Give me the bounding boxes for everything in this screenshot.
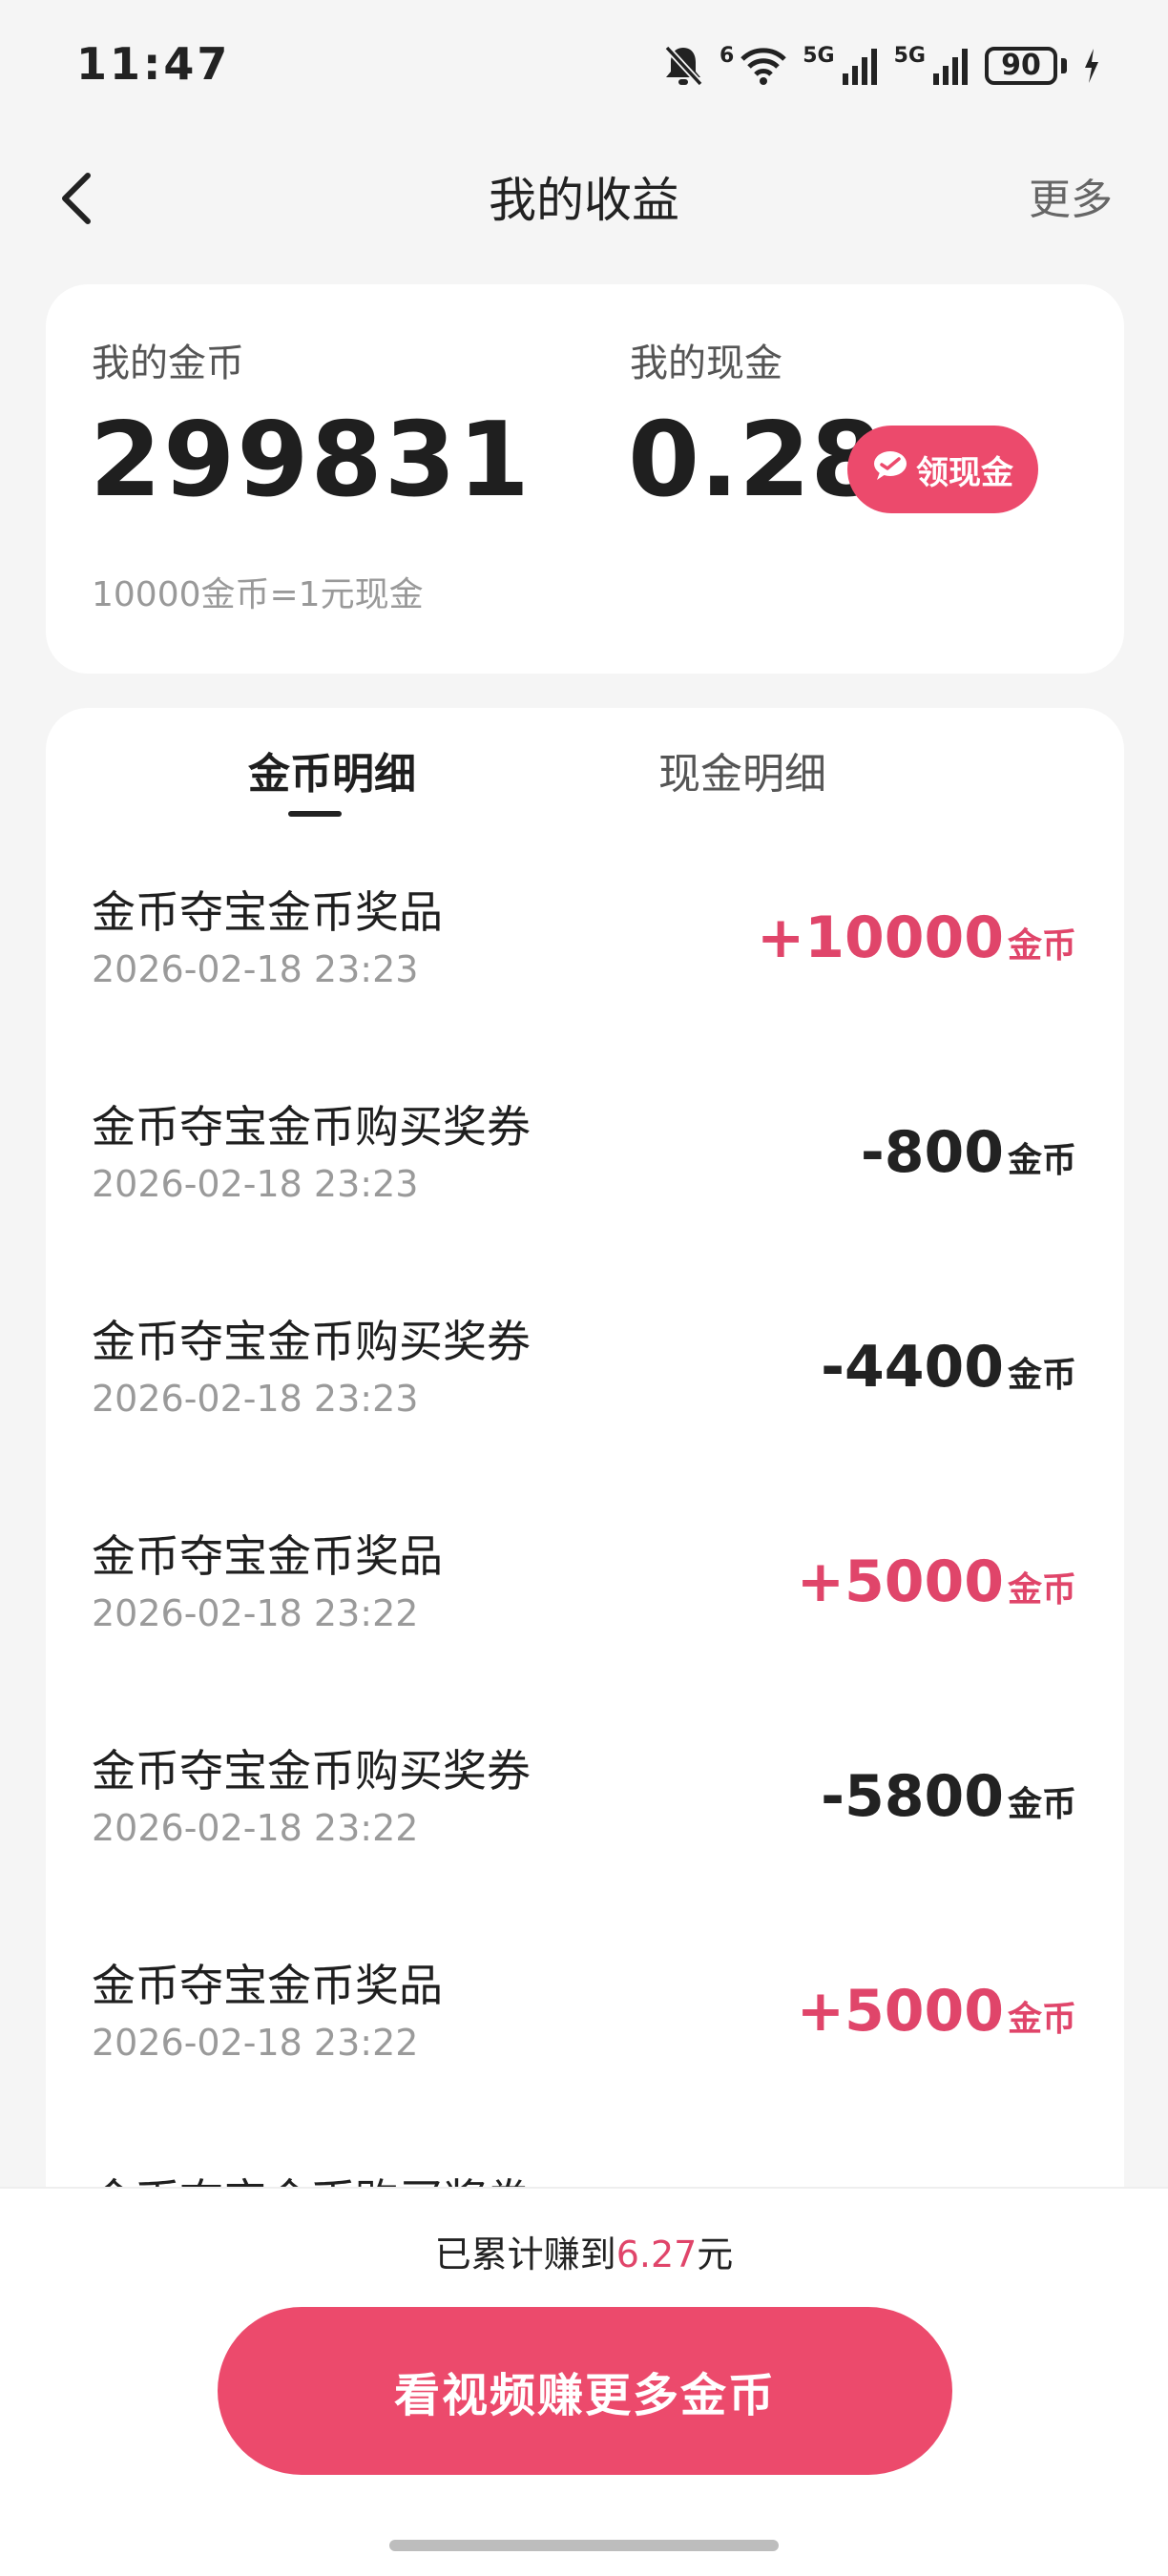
signal-icon	[931, 47, 970, 85]
bottom-panel: 已累计赚到6.27元 看视频赚更多金币	[0, 2187, 1168, 2576]
total-earned-suffix: 元	[697, 2233, 734, 2275]
battery-icon: 90	[985, 47, 1067, 85]
home-indicator[interactable]	[389, 2540, 779, 2551]
claim-cash-button[interactable]: 领现金	[847, 426, 1038, 513]
transaction-amount-unit: 金币	[1007, 1785, 1076, 1824]
transaction-amount: +10000 金币	[757, 904, 1076, 971]
transaction-row[interactable]: 金币夺宝金币奖品 2026-02-18 23:22 +5000 金币	[46, 1522, 1124, 1736]
transaction-row[interactable]: 金币夺宝金币奖品 2026-02-18 23:23 +10000 金币	[46, 878, 1124, 1092]
transaction-title: 金币夺宝金币奖品	[92, 1960, 443, 2011]
transaction-row[interactable]: 金币夺宝金币购买奖券 2026-02-18 23:23 -800 金币	[46, 1092, 1124, 1307]
total-earned: 已累计赚到6.27元	[0, 2225, 1168, 2277]
transaction-amount: +5000 金币	[797, 1978, 1076, 2045]
transaction-amount-unit: 金币	[1007, 1570, 1076, 1610]
transaction-time: 2026-02-18 23:23	[92, 948, 419, 990]
network-label-2: 5G	[893, 44, 926, 68]
transaction-amount-unit: 金币	[1007, 1356, 1076, 1395]
cash-balance-label: 我的现金	[630, 342, 782, 385]
transaction-amount-unit: 金币	[1007, 1141, 1076, 1180]
earnings-summary-card: 我的金币 299831 我的现金 0.28 领现金 10000金币=1元现金	[46, 284, 1124, 674]
transaction-title: 金币夺宝金币购买奖券	[92, 1316, 531, 1367]
tab-cash-details[interactable]: 现金明细	[599, 737, 886, 813]
transaction-amount: -800 金币	[861, 1119, 1076, 1186]
total-earned-prefix: 已累计赚到	[434, 2233, 616, 2275]
watch-video-button[interactable]: 看视频赚更多金币	[218, 2307, 952, 2475]
more-button[interactable]: 更多	[1029, 134, 1113, 267]
wechat-icon	[872, 449, 908, 490]
transaction-title: 金币夺宝金币购买奖券	[92, 1101, 531, 1153]
transaction-amount-unit: 金币	[1007, 2000, 1076, 2039]
page-title: 我的收益	[489, 173, 679, 228]
active-tab-indicator	[288, 811, 342, 817]
claim-cash-label: 领现金	[916, 453, 1013, 492]
transaction-row[interactable]: 金币夺宝金币购买奖券 2026-02-18 23:23 -4400 金币	[46, 1307, 1124, 1522]
tab-coin-details[interactable]: 金币明细	[189, 737, 475, 813]
coin-balance-value: 299831	[90, 401, 532, 520]
battery-level: 90	[985, 47, 1057, 85]
cash-balance-value: 0.28	[628, 401, 883, 520]
transaction-amount-value: +10000	[756, 904, 1004, 971]
nav-bar: 我的收益 更多	[0, 134, 1168, 267]
transaction-amount-value: -800	[860, 1119, 1004, 1186]
wifi-icon	[740, 46, 787, 86]
chevron-left-icon	[57, 170, 95, 231]
transaction-title: 金币夺宝金币奖品	[92, 1530, 443, 1582]
transaction-time: 2026-02-18 23:22	[92, 1592, 419, 1634]
transaction-title: 金币夺宝金币奖品	[92, 886, 443, 938]
transaction-time: 2026-02-18 23:23	[92, 1163, 419, 1205]
status-time: 11:47	[76, 38, 231, 90]
transaction-row[interactable]: 金币夺宝金币购买奖券 2026-02-18 23:22 -5800 金币	[46, 1736, 1124, 1951]
back-button[interactable]	[57, 134, 153, 267]
transaction-row[interactable]: 金币夺宝金币奖品 2026-02-18 23:22 +5000 金币	[46, 1951, 1124, 2166]
transaction-time: 2026-02-18 23:22	[92, 2022, 419, 2064]
transaction-title: 金币夺宝金币购买奖券	[92, 1745, 531, 1797]
bell-off-icon	[662, 44, 704, 88]
transaction-amount-value: -5800	[821, 1763, 1004, 1830]
exchange-rate-note: 10000金币=1元现金	[92, 575, 424, 614]
transaction-amount: +5000 金币	[797, 1548, 1076, 1615]
transaction-amount-value: +5000	[796, 1548, 1004, 1615]
transaction-time: 2026-02-18 23:23	[92, 1378, 419, 1420]
wifi-label: 6	[719, 44, 735, 68]
total-earned-amount: 6.27	[615, 2233, 698, 2275]
transaction-amount: -5800 金币	[821, 1763, 1076, 1830]
charging-icon	[1082, 47, 1101, 85]
status-bar: 11:47 6 5G 5G 90	[0, 0, 1168, 134]
network-label-1: 5G	[803, 44, 835, 68]
transaction-amount-value: +5000	[796, 1978, 1004, 2045]
transaction-amount-value: -4400	[821, 1334, 1004, 1401]
transaction-amount: -4400 金币	[821, 1334, 1076, 1401]
status-icons: 6 5G 5G 90	[662, 42, 1101, 90]
signal-icon	[841, 47, 879, 85]
transaction-amount-unit: 金币	[1007, 926, 1076, 966]
coin-balance-label: 我的金币	[92, 342, 244, 385]
transaction-time: 2026-02-18 23:22	[92, 1807, 419, 1849]
